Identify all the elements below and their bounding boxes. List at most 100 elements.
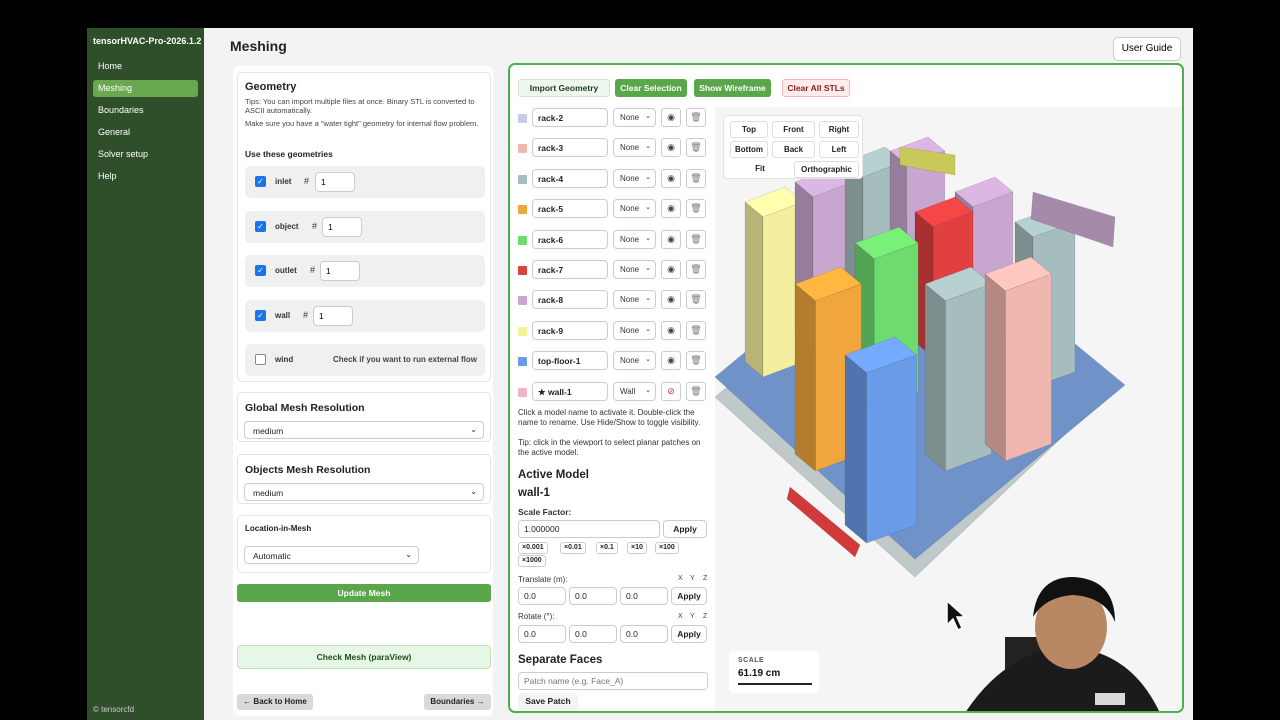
trash-icon[interactable]: 🗑 (686, 320, 706, 340)
sidebar-item-solver-setup[interactable]: Solver setup (93, 146, 198, 163)
checkbox[interactable] (255, 354, 266, 365)
rack-front[interactable] (1005, 273, 1052, 462)
count-input[interactable]: 1 (320, 261, 360, 281)
eye-icon[interactable]: ◉ (661, 290, 681, 310)
model-name[interactable]: rack-2 (532, 108, 608, 127)
rack-front[interactable] (866, 354, 917, 544)
eye-icon[interactable]: ◉ (661, 108, 681, 127)
trash-icon[interactable]: 🗑 (686, 381, 706, 401)
translate-y-input[interactable]: 0.0 (569, 587, 617, 605)
eye-icon[interactable]: ◉ (661, 199, 681, 219)
model-type-select[interactable]: Wall ⌄ (613, 381, 656, 401)
translate-x-input[interactable]: 0.0 (518, 587, 566, 605)
sidebar-item-help[interactable]: Help (93, 168, 198, 185)
translate-apply-button[interactable]: Apply (671, 587, 707, 605)
model-name[interactable]: rack-9 (532, 320, 608, 340)
view-orthographic-button[interactable]: Orthographic (794, 161, 859, 178)
checkbox[interactable]: ✓ (255, 221, 266, 232)
model-type-select[interactable]: None ⌄ (613, 108, 656, 127)
trash-icon[interactable]: 🗑 (686, 229, 706, 249)
import-geometry-button[interactable]: Import Geometry (518, 79, 610, 97)
update-mesh-button[interactable]: Update Mesh (237, 584, 491, 602)
eye-icon[interactable]: ◉ (661, 260, 681, 279)
back-home-button[interactable]: ← Back to Home (237, 694, 313, 710)
view-right-button[interactable]: Right (819, 121, 859, 138)
scale-apply-button[interactable]: Apply (663, 520, 707, 538)
sidebar-item-boundaries[interactable]: Boundaries (93, 102, 198, 119)
count-input[interactable]: 1 (322, 217, 362, 237)
scale-chip[interactable]: ×0.01 (560, 542, 586, 554)
eye-icon[interactable]: ◉ (661, 138, 681, 158)
checkbox[interactable]: ✓ (255, 176, 266, 187)
sidebar-item-meshing[interactable]: Meshing (93, 80, 198, 97)
scale-chip[interactable]: ×10 (627, 542, 647, 554)
trash-icon[interactable]: 🗑 (686, 351, 706, 371)
view-top-button[interactable]: Top (730, 121, 768, 138)
hidden-icon[interactable]: ⊘ (661, 381, 681, 401)
scale-chip[interactable]: ×100 (655, 542, 679, 554)
eye-icon[interactable]: ◉ (661, 351, 681, 371)
model-type-select[interactable]: None ⌄ (613, 229, 656, 249)
rack-side[interactable] (924, 283, 946, 472)
eye-icon[interactable]: ◉ (661, 229, 681, 249)
eye-icon[interactable]: ◉ (661, 320, 681, 340)
view-fit-button[interactable]: Fit (730, 161, 790, 178)
trash-icon[interactable]: 🗑 (686, 290, 706, 310)
scale-chip[interactable]: ×0.001 (518, 542, 548, 554)
trash-icon[interactable]: 🗑 (686, 199, 706, 219)
clear-all-stls-button[interactable]: Clear All STLs (782, 79, 850, 97)
rotate-z-input[interactable]: 0.0 (620, 625, 668, 643)
clear-selection-button[interactable]: Clear Selection (615, 79, 687, 97)
trash-icon[interactable]: 🗑 (686, 108, 706, 127)
rotate-x-input[interactable]: 0.0 (518, 625, 566, 643)
model-name[interactable]: rack-8 (532, 290, 608, 310)
checkbox[interactable]: ✓ (255, 265, 266, 276)
model-type-select[interactable]: None ⌄ (613, 138, 656, 158)
rack-side[interactable] (744, 201, 764, 378)
trash-icon[interactable]: 🗑 (686, 260, 706, 279)
rack-front[interactable] (945, 283, 992, 472)
view-front-button[interactable]: Front (772, 121, 815, 138)
rack-side[interactable] (984, 273, 1006, 462)
model-name[interactable]: rack-7 (532, 260, 608, 279)
save-patch-button[interactable]: Save Patch (518, 693, 578, 711)
eye-icon[interactable]: ◉ (661, 168, 681, 188)
model-name[interactable]: rack-4 (532, 168, 608, 188)
boundaries-next-button[interactable]: Boundaries → (424, 694, 491, 710)
view-left-button[interactable]: Left (819, 141, 859, 158)
model-name[interactable]: rack-3 (532, 138, 608, 158)
model-type-select[interactable]: None ⌄ (613, 260, 656, 279)
sidebar-item-general[interactable]: General (93, 124, 198, 141)
scale-chip[interactable]: ×0.1 (596, 542, 618, 554)
scale-factor-input[interactable]: 1.000000 (518, 520, 660, 538)
scale-chip[interactable]: ×1000 (518, 555, 546, 567)
model-name[interactable]: top-floor-1 (532, 351, 608, 371)
rotate-apply-button[interactable]: Apply (671, 625, 707, 643)
model-type-select[interactable]: None ⌄ (613, 199, 656, 219)
rack-side[interactable] (794, 283, 816, 472)
view-bottom-button[interactable]: Bottom (730, 141, 768, 158)
model-type-select[interactable]: None ⌄ (613, 168, 656, 188)
model-type-select[interactable]: None ⌄ (613, 290, 656, 310)
view-back-button[interactable]: Back (772, 141, 815, 158)
3d-viewport[interactable]: Top Front Right Bottom Back Left Fit Ort… (715, 107, 1182, 711)
location-in-mesh-select[interactable]: Automatic ⌄ (244, 546, 419, 564)
rotate-y-input[interactable]: 0.0 (569, 625, 617, 643)
objects-mesh-select[interactable]: medium ⌄ (244, 483, 484, 501)
model-type-select[interactable]: None ⌄ (613, 351, 656, 371)
count-input[interactable]: 1 (315, 172, 355, 192)
model-type-select[interactable]: None ⌄ (613, 320, 656, 340)
trash-icon[interactable]: 🗑 (686, 138, 706, 158)
model-name[interactable]: rack-6 (532, 229, 608, 249)
checkbox[interactable]: ✓ (255, 310, 266, 321)
show-wireframe-button[interactable]: Show Wireframe (694, 79, 771, 97)
translate-z-input[interactable]: 0.0 (620, 587, 668, 605)
rack-side[interactable] (844, 354, 867, 544)
model-name[interactable]: ★ wall-1 (532, 381, 608, 401)
trash-icon[interactable]: 🗑 (686, 168, 706, 188)
check-mesh-button[interactable]: Check Mesh (paraView) (237, 645, 491, 669)
model-name[interactable]: rack-5 (532, 199, 608, 219)
sidebar-item-home[interactable]: Home (93, 58, 198, 75)
count-input[interactable]: 1 (313, 306, 353, 326)
patch-name-input[interactable] (518, 672, 708, 690)
